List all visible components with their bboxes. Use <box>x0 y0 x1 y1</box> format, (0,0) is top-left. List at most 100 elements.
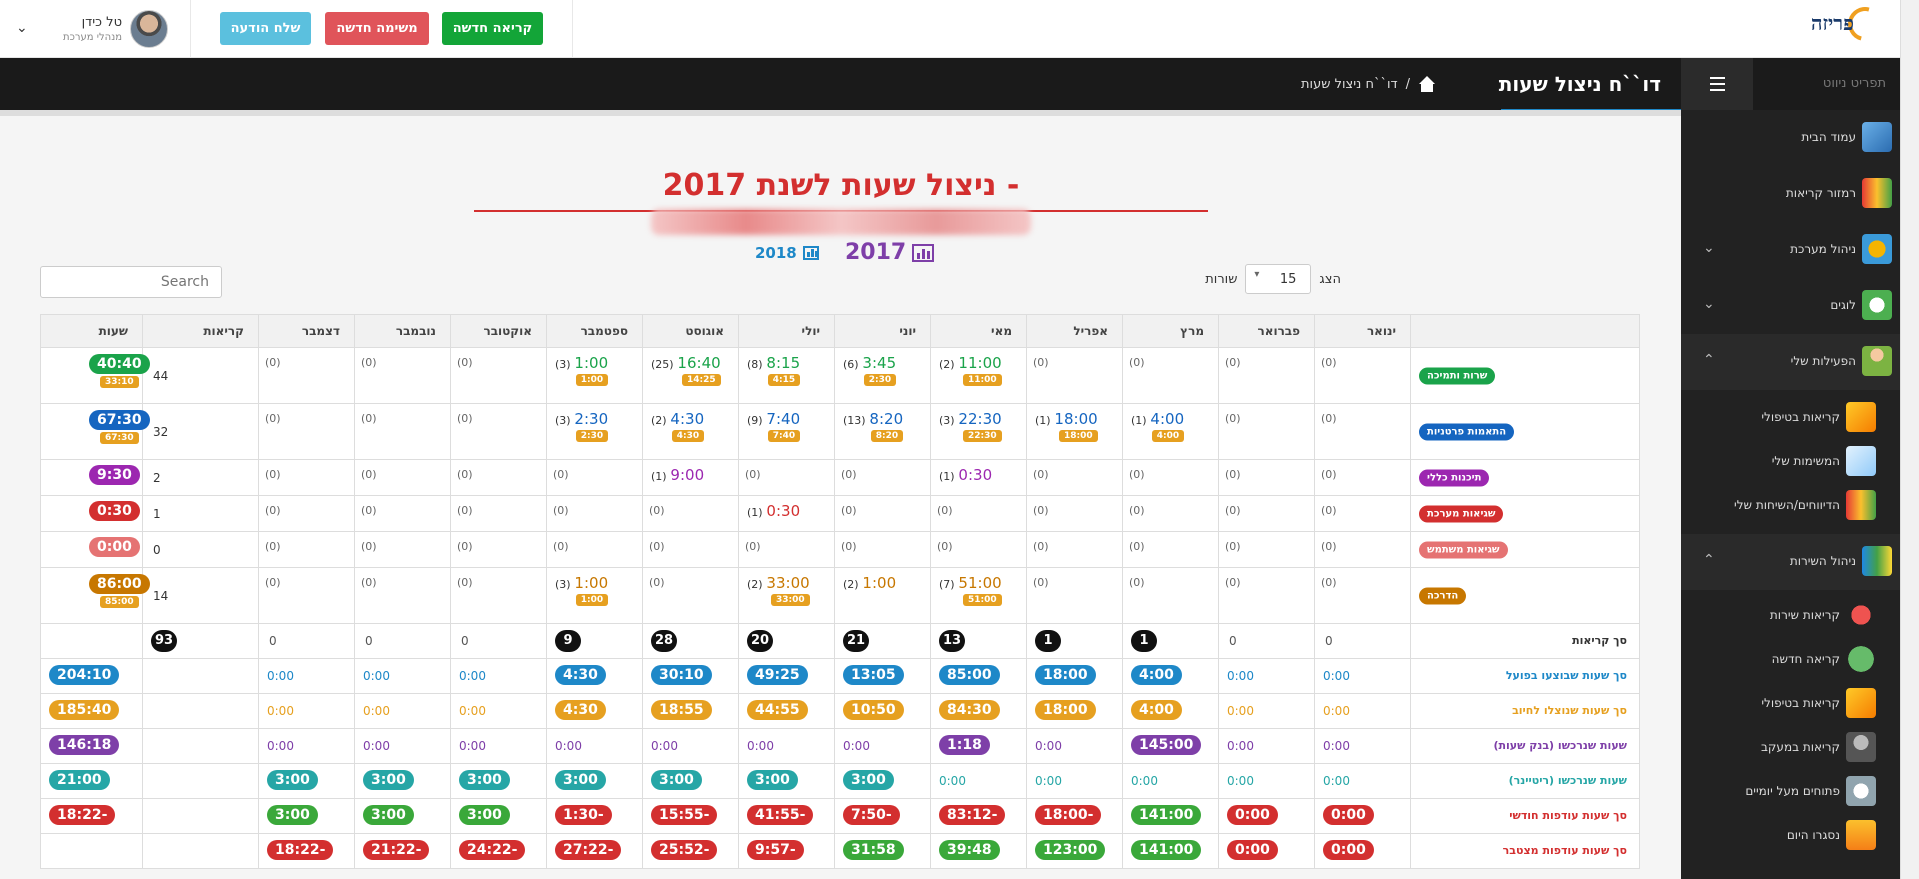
hours-total[interactable]: 9:30 <box>89 465 140 485</box>
sidebar-item-new-call[interactable]: קריאה חדשה <box>1681 638 1900 682</box>
month-hours[interactable]: 33:00 <box>766 574 809 592</box>
menu-toggle-button[interactable] <box>1681 58 1753 110</box>
year-2018-link[interactable]: 2018 <box>755 244 819 262</box>
month-hours[interactable]: 18:00 <box>1054 410 1097 428</box>
month-cell: 1:00 (2) <box>834 567 931 624</box>
year-2017-link[interactable]: 2017 <box>845 240 935 265</box>
sidebar-item-closed-today[interactable]: נסגרו היום <box>1681 814 1900 858</box>
month-call-count: (2) <box>939 358 955 371</box>
hours-total[interactable]: 40:40 <box>89 354 150 374</box>
category-cell: התאמות פרטניות <box>1410 403 1640 460</box>
month-hours[interactable]: 16:40 <box>677 354 720 372</box>
sidebar-item-open-over-two-days[interactable]: פתוחים מעל יומיים <box>1681 770 1900 814</box>
zero-count: (0) <box>457 412 473 425</box>
category-badge[interactable]: התאמות פרטניות <box>1419 423 1515 440</box>
month-hours[interactable]: 8:20 <box>869 410 903 428</box>
month-hours[interactable]: 4:00 <box>1150 410 1184 428</box>
new-call-button[interactable]: קריאה חדשה <box>442 12 543 45</box>
month-hours[interactable]: 2:30 <box>574 410 608 428</box>
sidebar-item-my-tasks[interactable]: המשימות שלי <box>1681 440 1900 484</box>
category-badge[interactable]: תיכנות כללי <box>1419 469 1490 486</box>
summary-value: 21 <box>843 630 869 652</box>
column-header[interactable]: יוני <box>834 314 931 348</box>
sidebar-item-service-management[interactable]: ניהול השירות ⌃ <box>1681 534 1900 590</box>
month-hours[interactable]: 1:00 <box>862 574 896 592</box>
month-hours[interactable]: 9:00 <box>670 466 704 484</box>
column-header[interactable]: קריאות <box>142 314 259 348</box>
column-header[interactable]: ינואר <box>1314 314 1411 348</box>
main-content: - ניצול שעות לשנת 2017 2017 2018 הצג 15 … <box>0 116 1681 879</box>
column-header[interactable]: שעות <box>40 314 143 348</box>
summary-cell <box>142 798 259 834</box>
month-hours[interactable]: 1:00 <box>574 574 608 592</box>
sidebar-item-logs[interactable]: לוגים ⌄ <box>1681 278 1900 334</box>
column-header[interactable]: ספטמבר <box>546 314 643 348</box>
sidebar-item-calls-in-progress[interactable]: קריאות בטיפולי <box>1681 682 1900 726</box>
month-cell: (0) <box>1218 531 1315 568</box>
sidebar-item-tracked-calls[interactable]: קריאות במעקב <box>1681 726 1900 770</box>
sidebar-item-my-calls[interactable]: קריאות בטיפולי <box>1681 396 1900 440</box>
hours-total[interactable]: 0:00 <box>89 537 140 557</box>
month-hours[interactable]: 1:00 <box>574 354 608 372</box>
month-hours[interactable]: 8:15 <box>766 354 800 372</box>
page-scrollbar[interactable] <box>1900 0 1919 879</box>
category-badge[interactable]: שרות ותמיכה <box>1419 367 1496 384</box>
summary-cell: 0:00 <box>1314 763 1411 799</box>
hours-total[interactable]: 67:30 <box>89 410 150 430</box>
sidebar-item-traffic-light[interactable]: רמזור קריאות <box>1681 166 1900 222</box>
month-hours[interactable]: 7:40 <box>766 410 800 428</box>
category-badge[interactable]: שגיאות מערכת <box>1419 505 1504 522</box>
send-message-button[interactable]: שלח הודעה <box>220 12 311 45</box>
chevron-down-icon[interactable]: ⌄ <box>16 20 28 36</box>
page-length-select[interactable]: 15 ▾ <box>1245 264 1312 294</box>
sidebar-item-service-calls[interactable]: קריאות שירות <box>1681 594 1900 638</box>
month-call-count: (2) <box>843 578 859 591</box>
month-hours[interactable]: 3:45 <box>862 354 896 372</box>
sidebar-item-home[interactable]: עמוד הבית <box>1681 110 1900 166</box>
summary-cell: 4:00 <box>1122 693 1219 729</box>
report-chart-icon <box>1846 490 1876 520</box>
search-input[interactable] <box>40 266 222 298</box>
column-header[interactable]: אפריל <box>1026 314 1123 348</box>
column-header[interactable]: מאי <box>930 314 1027 348</box>
month-cell: 0:30 (1) <box>930 459 1027 496</box>
column-header[interactable]: אוגוסט <box>642 314 739 348</box>
month-cell: (0) <box>1122 347 1219 404</box>
user-menu[interactable]: ⌄ טל כידן מנהלי מערכת <box>10 10 170 50</box>
home-icon[interactable] <box>1418 76 1436 92</box>
column-header[interactable]: דצמבר <box>258 314 355 348</box>
month-cell: (0) <box>450 495 547 532</box>
month-hours[interactable]: 0:30 <box>766 502 800 520</box>
column-header[interactable]: יולי <box>738 314 835 348</box>
column-header[interactable]: פברואר <box>1218 314 1315 348</box>
hours-total[interactable]: 86:00 <box>89 574 150 594</box>
month-call-count: (25) <box>651 358 674 371</box>
new-task-button[interactable]: משימה חדשה <box>325 12 429 45</box>
hours-total[interactable]: 0:30 <box>89 501 140 521</box>
avatar[interactable] <box>130 10 168 48</box>
column-header[interactable]: מרץ <box>1122 314 1219 348</box>
sidebar-item-system-admin[interactable]: ניהול מערכת ⌄ <box>1681 222 1900 278</box>
company-logo[interactable]: פריזה <box>1772 0 1889 49</box>
month-hours[interactable]: 22:30 <box>958 410 1001 428</box>
summary-cell: 3:00 <box>642 763 739 799</box>
month-cell: (0) <box>1122 459 1219 496</box>
sidebar-item-label: קריאות בטיפולי <box>1761 410 1840 424</box>
month-hours[interactable]: 51:00 <box>958 574 1001 592</box>
category-badge[interactable]: שגיאות משתמש <box>1419 541 1508 558</box>
month-hours[interactable]: 11:00 <box>958 354 1001 372</box>
sidebar-item-my-activity[interactable]: הפעילות שלי ⌃ <box>1681 334 1900 390</box>
sidebar-item-my-reports[interactable]: הדיווחים/השיחות שלי <box>1681 484 1900 528</box>
month-cell: (0) <box>1314 531 1411 568</box>
cell-values: 51:00 (7) 51:00 <box>939 574 1002 606</box>
column-header-category[interactable] <box>1410 314 1640 348</box>
month-cell: 8:15 (8) 4:15 <box>738 347 835 404</box>
summary-label-cell: שעות שנרכשו (ריטיינר) <box>1410 763 1640 799</box>
column-header[interactable]: נובמבר <box>354 314 451 348</box>
month-hours[interactable]: 0:30 <box>958 466 992 484</box>
cell-main-line: 8:20 (13) <box>843 410 903 428</box>
category-badge[interactable]: הדרכה <box>1419 587 1467 604</box>
month-cell: (0) <box>450 347 547 404</box>
column-header[interactable]: אוקטובר <box>450 314 547 348</box>
month-hours[interactable]: 4:30 <box>670 410 704 428</box>
